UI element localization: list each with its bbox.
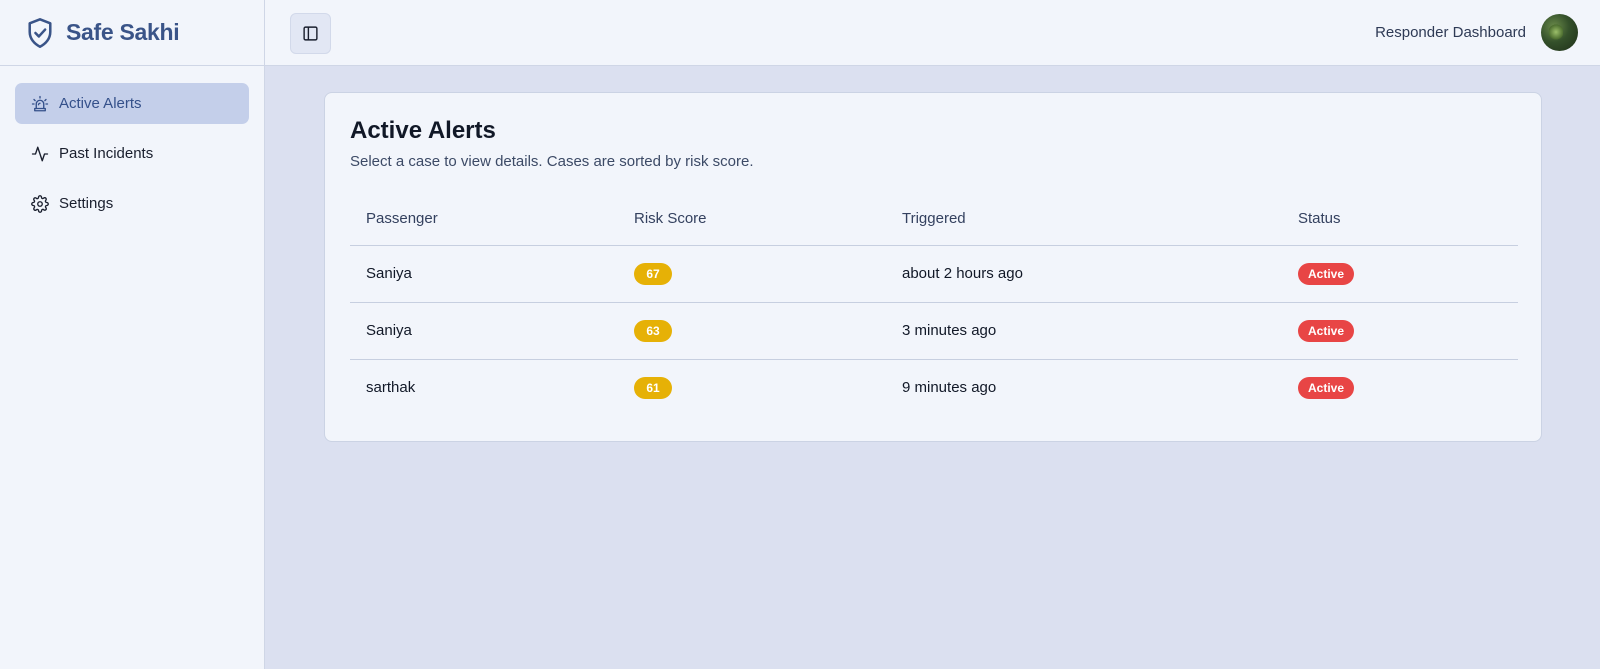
activity-icon (31, 146, 49, 161)
sidebar-item-past-incidents[interactable]: Past Incidents (15, 133, 249, 174)
page-subtitle: Select a case to view details. Cases are… (350, 153, 754, 170)
brand[interactable]: Safe Sakhi (0, 0, 264, 66)
risk-score-badge: 61 (634, 376, 672, 399)
alerts-table: Passenger Risk Score Triggered Status Sa… (350, 193, 1518, 416)
column-header-passenger: Passenger (350, 193, 618, 246)
table-row[interactable]: Saniya 67 about 2 hours ago Active (350, 245, 1518, 303)
status-badge: Active (1298, 319, 1355, 342)
risk-score-cell: 63 (618, 302, 886, 360)
sidebar-item-settings[interactable]: Settings (15, 183, 249, 224)
table-row[interactable]: Saniya 63 3 minutes ago Active (350, 302, 1518, 360)
avatar[interactable] (1541, 14, 1578, 51)
top-bar: Responder Dashboard (265, 0, 1600, 66)
status-cell: Active (1282, 302, 1518, 360)
sidebar-item-label: Active Alerts (59, 95, 142, 112)
gear-icon (31, 194, 49, 213)
triggered-time: 9 minutes ago (902, 379, 997, 397)
risk-score-cell: 61 (618, 359, 886, 416)
active-alerts-card: Active Alerts Select a case to view deta… (324, 92, 1542, 442)
role-label: Responder Dashboard (1375, 24, 1526, 41)
table-header-row: Passenger Risk Score Triggered Status (350, 193, 1518, 246)
column-header-risk-score: Risk Score (618, 193, 886, 246)
sidebar-item-label: Settings (59, 195, 114, 212)
shield-check-icon (28, 17, 52, 48)
status-cell: Active (1282, 245, 1518, 303)
risk-score-cell: 67 (618, 245, 886, 303)
page-title: Active Alerts (350, 117, 496, 144)
sidebar-item-label: Past Incidents (59, 145, 154, 162)
column-header-status: Status (1282, 193, 1518, 246)
sidebar: Safe Sakhi Active Alerts Past Incidents (0, 0, 265, 669)
sidebar-item-active-alerts[interactable]: Active Alerts (15, 83, 249, 124)
sidebar-toggle-button[interactable] (290, 13, 331, 54)
passenger-name: Saniya (350, 302, 618, 360)
risk-score-badge: 63 (634, 319, 672, 342)
siren-icon (31, 95, 49, 111)
status-badge: Active (1298, 262, 1355, 285)
brand-name: Safe Sakhi (66, 19, 180, 45)
passenger-name: Saniya (350, 245, 618, 303)
risk-score-badge: 67 (634, 262, 672, 285)
triggered-time: 3 minutes ago (886, 302, 1282, 360)
passenger-name: sarthak (366, 379, 416, 397)
status-cell: Active (1282, 359, 1518, 416)
sidebar-nav: Active Alerts Past Incidents Settings (0, 66, 264, 250)
sidebar-toggle-icon (303, 26, 318, 41)
table-row[interactable]: sarthak 61 9 minutes ago Active (350, 359, 1518, 416)
triggered-time: about 2 hours ago (886, 245, 1282, 303)
status-badge: Active (1298, 376, 1355, 399)
column-header-triggered: Triggered (886, 193, 1282, 246)
